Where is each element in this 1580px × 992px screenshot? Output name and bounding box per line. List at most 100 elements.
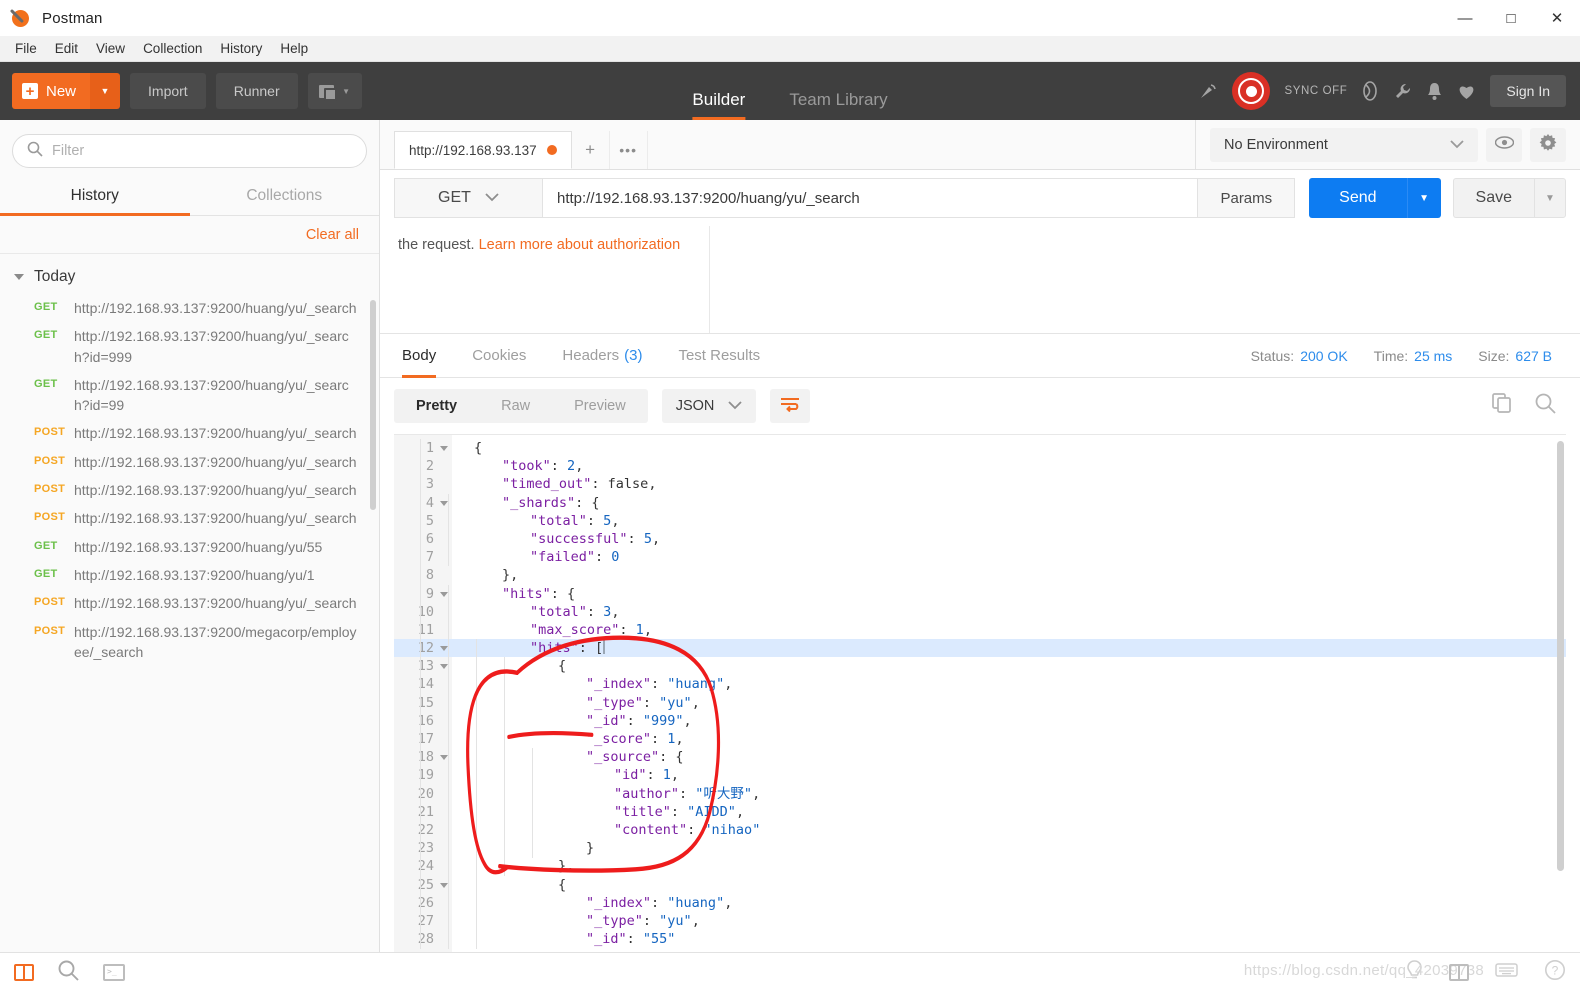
new-window-button[interactable]: ▼ <box>307 73 362 109</box>
sidebar-scrollbar[interactable] <box>370 300 376 510</box>
new-button-group[interactable]: + New ▼ <box>12 73 121 109</box>
save-options-caret-icon[interactable]: ▼ <box>1534 178 1566 218</box>
add-tab-button[interactable]: + <box>572 131 610 169</box>
sign-in-button[interactable]: Sign In <box>1490 75 1566 107</box>
send-button-group[interactable]: Send ▼ <box>1309 178 1441 218</box>
menu-item-file[interactable]: File <box>6 38 46 59</box>
auth-learn-more-link[interactable]: Learn more about authorization <box>479 237 681 253</box>
indent-guide <box>532 748 533 858</box>
menu-item-view[interactable]: View <box>87 38 134 59</box>
history-item[interactable]: GET http://192.168.93.137:9200/huang/yu/1 <box>0 561 379 589</box>
interceptor-icon[interactable] <box>1361 81 1379 101</box>
history-item[interactable]: GET http://192.168.93.137:9200/huang/yu/5… <box>0 533 379 561</box>
save-button-group[interactable]: Save ▼ <box>1452 178 1566 218</box>
code-scrollbar[interactable] <box>1557 441 1564 871</box>
filter-box[interactable] <box>12 134 367 168</box>
tab-team-library[interactable]: Team Library <box>767 90 909 120</box>
title-bar: Postman — □ ✕ <box>0 0 1580 36</box>
line-number: 7 <box>425 549 434 566</box>
url-input[interactable]: http://192.168.93.137:9200/huang/yu/_sea… <box>542 178 1199 218</box>
search-input[interactable] <box>52 143 352 159</box>
code-content[interactable]: {"took": 2, "timed_out": false, "_shards":… <box>452 435 1566 952</box>
response-meta: Status: 200 OK Time: 25 ms Size: 627 B <box>1251 348 1566 364</box>
fold-triangle-icon[interactable] <box>440 646 448 652</box>
menu-item-edit[interactable]: Edit <box>46 38 87 59</box>
new-button[interactable]: + New <box>12 73 91 109</box>
menu-item-collection[interactable]: Collection <box>134 38 211 59</box>
tab-history[interactable]: History <box>0 178 190 216</box>
find-icon[interactable] <box>58 960 79 986</box>
history-group-today[interactable]: Today <box>0 262 379 294</box>
time-label: Time: <box>1373 347 1409 364</box>
tab-builder[interactable]: Builder <box>670 90 767 120</box>
history-item[interactable]: GET http://192.168.93.137:9200/huang/yu/_… <box>0 294 379 322</box>
sidebar-toggle-icon[interactable] <box>14 964 34 981</box>
history-list[interactable]: Today GET http://192.168.93.137:9200/huan… <box>0 254 379 952</box>
code-editor[interactable]: 1 2 3 4 5 6 7 8 9 10 11 12 13 14 15 16 17 18 19 20 21 22 23 24 2… <box>394 435 1566 952</box>
maximize-button[interactable]: □ <box>1488 0 1534 36</box>
history-item[interactable]: POST http://192.168.93.137:9200/huang/yu/… <box>0 589 379 617</box>
close-button[interactable]: ✕ <box>1534 0 1580 36</box>
menu-item-help[interactable]: Help <box>271 38 317 59</box>
history-item[interactable]: GET http://192.168.93.137:9200/huang/yu/_… <box>0 371 379 420</box>
plus-icon: + <box>22 83 38 99</box>
method-select[interactable]: GET <box>394 178 542 218</box>
send-button[interactable]: Send <box>1309 178 1407 218</box>
fold-triangle-icon[interactable] <box>440 446 448 451</box>
wrench-icon[interactable] <box>1393 82 1412 101</box>
import-button[interactable]: Import <box>130 73 206 109</box>
history-item[interactable]: POST http://192.168.93.137:9200/huang/yu/… <box>0 476 379 504</box>
line-number: 17 <box>417 731 434 747</box>
time-value: 25 ms <box>1414 347 1453 364</box>
copy-icon[interactable] <box>1492 393 1513 419</box>
environment-quick-look-button[interactable] <box>1486 127 1522 162</box>
fold-triangle-icon[interactable] <box>440 882 448 888</box>
code-line: "_index": "huang", <box>586 894 733 911</box>
history-item[interactable]: GET http://192.168.93.137:9200/huang/yu/_… <box>0 322 379 371</box>
tab-body[interactable]: Body <box>394 334 454 378</box>
tab-headers[interactable]: Headers (3) <box>544 334 660 378</box>
new-dropdown-caret-icon[interactable]: ▼ <box>90 73 121 109</box>
params-button[interactable]: Params <box>1198 178 1296 218</box>
tab-options-button[interactable]: ••• <box>610 131 648 169</box>
view-mode-pretty[interactable]: Pretty <box>394 389 479 423</box>
save-button[interactable]: Save <box>1452 178 1534 218</box>
fold-triangle-icon[interactable] <box>440 500 448 506</box>
environment-select[interactable]: No Environment <box>1210 127 1478 162</box>
view-mode-raw[interactable]: Raw <box>479 389 552 423</box>
time-group: Time: 25 ms <box>1374 348 1453 364</box>
heart-icon[interactable] <box>1457 83 1476 100</box>
response-tab-bar: Body Cookies Headers (3) Test Results St… <box>380 334 1580 378</box>
line-number: 8 <box>425 567 434 584</box>
fold-triangle-icon[interactable] <box>440 664 448 670</box>
sync-status-icon[interactable] <box>1232 72 1271 110</box>
history-item-url: http://192.168.93.137:9200/huang/yu/_sea… <box>74 328 349 365</box>
history-item[interactable]: POST http://192.168.93.137:9200/huang/yu/… <box>0 419 379 447</box>
history-item[interactable]: POST http://192.168.93.137:9200/huang/yu/… <box>0 448 379 476</box>
tab-test-results[interactable]: Test Results <box>660 334 778 378</box>
send-options-caret-icon[interactable]: ▼ <box>1406 178 1441 218</box>
request-tab[interactable]: http://192.168.93.137 <box>394 131 572 169</box>
view-mode-preview[interactable]: Preview <box>552 389 648 423</box>
environment-settings-button[interactable] <box>1530 127 1566 162</box>
word-wrap-button[interactable] <box>770 389 811 423</box>
response-body-viewer[interactable]: 1 2 3 4 5 6 7 8 9 10 11 12 13 14 15 16 17 18 19 20 21 22 23 24 2… <box>394 434 1566 952</box>
two-pane-layout-icon[interactable] <box>1449 964 1469 981</box>
format-select[interactable]: JSON <box>661 389 757 423</box>
fold-triangle-icon[interactable] <box>440 591 448 597</box>
tab-collections[interactable]: Collections <box>190 178 380 215</box>
search-icon[interactable] <box>1535 393 1556 419</box>
menu-item-history[interactable]: History <box>211 38 271 59</box>
fold-triangle-icon[interactable] <box>440 755 448 761</box>
tab-cookies[interactable]: Cookies <box>454 334 544 378</box>
keyboard-icon[interactable] <box>1495 962 1518 983</box>
bell-icon[interactable] <box>1426 82 1443 101</box>
history-item[interactable]: POST http://192.168.93.137:9200/megacorp/… <box>0 618 379 667</box>
help-icon[interactable]: ? <box>1544 959 1566 986</box>
broadcast-icon[interactable] <box>1198 82 1218 101</box>
history-item[interactable]: POST http://192.168.93.137:9200/huang/yu/… <box>0 504 379 532</box>
minimize-button[interactable]: — <box>1442 0 1488 36</box>
clear-all-button[interactable]: Clear all <box>306 227 359 243</box>
console-icon[interactable] <box>103 964 125 981</box>
runner-button[interactable]: Runner <box>215 73 298 109</box>
